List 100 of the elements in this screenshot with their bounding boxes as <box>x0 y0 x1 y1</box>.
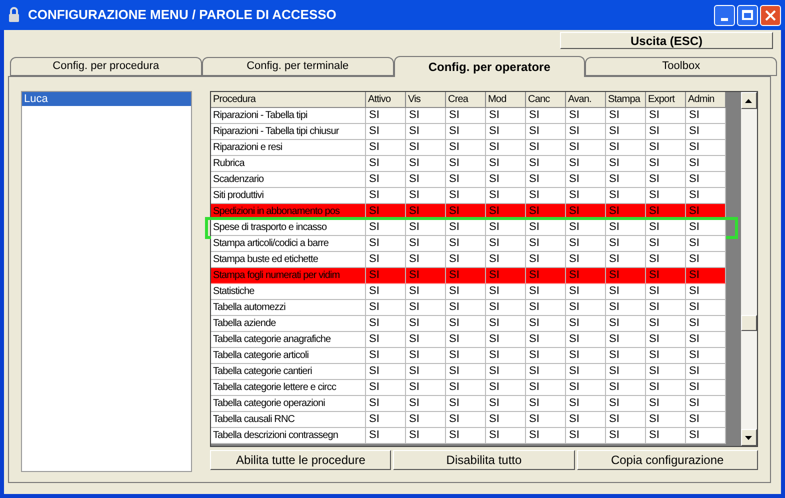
table-row[interactable]: Tabella descrizioni contrassegn SI SI SI SI SI SI SI SI SI <box>211 428 726 444</box>
table-row[interactable]: Riparazioni - Tabella tipi chiusur SI SI SI SI SI SI SI SI SI <box>211 124 726 140</box>
scroll-up-button[interactable] <box>740 92 757 109</box>
table-cell: SI <box>686 348 726 363</box>
table-row[interactable]: Tabella automezzi SI SI SI SI SI SI SI SI SI <box>211 300 726 316</box>
table-cell: SI <box>526 172 566 187</box>
table-cell: SI <box>366 220 406 235</box>
table-cell: Riparazioni - Tabella tipi chiusur <box>211 124 366 139</box>
table-cell: SI <box>406 380 446 395</box>
column-header[interactable]: Attivo <box>366 92 406 107</box>
table-cell: Scadenzario <box>211 172 366 187</box>
table-cell: SI <box>486 316 526 331</box>
table-row[interactable]: Riparazioni - Tabella tipi SI SI SI SI SI SI SI SI SI <box>211 108 726 124</box>
table-row[interactable]: Tabella categorie cantieri SI SI SI SI SI SI SI SI SI <box>211 364 726 380</box>
table-cell: SI <box>446 268 486 283</box>
column-header[interactable]: Procedura <box>211 92 366 107</box>
column-header[interactable]: Stampa <box>606 92 646 107</box>
table-row[interactable]: Stampa articoli/codici a barre SI SI SI SI SI SI SI SI SI <box>211 236 726 252</box>
table-cell: SI <box>366 364 406 379</box>
table-cell: SI <box>366 156 406 171</box>
table-cell: SI <box>406 124 446 139</box>
exit-button[interactable]: Uscita (ESC) <box>560 32 773 49</box>
table-cell: SI <box>446 284 486 299</box>
table-cell: SI <box>366 204 406 219</box>
table-cell: SI <box>646 332 686 347</box>
table-row[interactable]: Tabella categorie lettere e circc SI SI SI SI SI SI SI SI SI <box>211 380 726 396</box>
table-cell: SI <box>526 412 566 427</box>
table-cell: SI <box>646 204 686 219</box>
table-cell: SI <box>646 412 686 427</box>
table-cell: SI <box>406 332 446 347</box>
table-cell: SI <box>686 300 726 315</box>
table-cell: SI <box>446 124 486 139</box>
maximize-button[interactable] <box>737 4 758 26</box>
padlock-icon <box>8 7 20 23</box>
table-cell: SI <box>566 316 606 331</box>
action-button[interactable]: Copia configurazione <box>576 450 758 470</box>
column-header[interactable]: Mod <box>486 92 526 107</box>
table-cell: SI <box>646 188 686 203</box>
table-row[interactable]: Stampa buste ed etichette SI SI SI SI SI SI SI SI SI <box>211 252 726 268</box>
minimize-button[interactable] <box>714 4 735 26</box>
table-row[interactable]: Tabella categorie operazioni SI SI SI SI SI SI SI SI SI <box>211 396 726 412</box>
column-header[interactable]: Crea <box>446 92 486 107</box>
close-button[interactable] <box>760 4 781 26</box>
table-cell: Riparazioni e resi <box>211 140 366 155</box>
table-row[interactable]: Riparazioni e resi SI SI SI SI SI SI SI SI SI <box>211 140 726 156</box>
table-cell: SI <box>486 236 526 251</box>
table-row[interactable]: Rubrica SI SI SI SI SI SI SI SI SI <box>211 156 726 172</box>
table-row[interactable]: Tabella causali RNC SI SI SI SI SI SI SI SI SI <box>211 412 726 428</box>
tab[interactable]: Config. per procedura <box>10 57 202 76</box>
scroll-down-button[interactable] <box>740 429 757 446</box>
column-header[interactable]: Canc <box>526 92 566 107</box>
vertical-scrollbar[interactable] <box>740 92 757 446</box>
table-cell: SI <box>406 108 446 123</box>
table-cell: SI <box>566 284 606 299</box>
table-cell: Stampa buste ed etichette <box>211 252 366 267</box>
column-header[interactable]: Vis <box>406 92 446 107</box>
table-cell: SI <box>366 348 406 363</box>
table-row[interactable]: Scadenzario SI SI SI SI SI SI SI SI SI <box>211 172 726 188</box>
action-button[interactable]: Disabilita tutto <box>393 450 575 470</box>
column-header[interactable]: Avan. <box>566 92 606 107</box>
action-button[interactable]: Abilita tutte le procedure <box>210 450 392 470</box>
table-cell: SI <box>646 268 686 283</box>
table-cell: SI <box>686 380 726 395</box>
table-cell: SI <box>686 252 726 267</box>
table-cell: SI <box>486 252 526 267</box>
table-cell: SI <box>446 156 486 171</box>
tab[interactable]: Toolbox <box>585 57 777 76</box>
table-cell: SI <box>646 252 686 267</box>
table-cell: SI <box>646 428 686 443</box>
table-cell: SI <box>566 108 606 123</box>
table-cell: SI <box>526 396 566 411</box>
table-row[interactable]: Siti produttivi SI SI SI SI SI SI SI SI SI <box>211 188 726 204</box>
table-row[interactable]: Stampa fogli numerati per vidim SI SI SI SI SI SI SI SI SI <box>211 268 726 284</box>
table-cell: SI <box>686 172 726 187</box>
table-cell: SI <box>606 412 646 427</box>
table-cell: SI <box>446 332 486 347</box>
table-cell: SI <box>686 364 726 379</box>
table-cell: SI <box>486 396 526 411</box>
table-cell: SI <box>406 220 446 235</box>
tab[interactable]: Config. per terminale <box>202 57 394 76</box>
table-cell: SI <box>526 428 566 443</box>
table-cell: SI <box>646 124 686 139</box>
column-header[interactable]: Admin <box>686 92 726 107</box>
table-cell: SI <box>446 428 486 443</box>
scroll-thumb[interactable] <box>740 315 757 331</box>
tab[interactable]: Config. per operatore <box>394 56 586 77</box>
table-cell: SI <box>406 396 446 411</box>
table-cell: SI <box>406 300 446 315</box>
table-cell: SI <box>406 268 446 283</box>
table-row[interactable]: Tabella aziende SI SI SI SI SI SI SI SI SI <box>211 316 726 332</box>
table-cell: SI <box>406 188 446 203</box>
table-cell: SI <box>566 124 606 139</box>
table-row[interactable]: Tabella categorie anagrafiche SI SI SI SI SI SI SI SI SI <box>211 332 726 348</box>
table-cell: SI <box>486 364 526 379</box>
table-row[interactable]: Statistiche SI SI SI SI SI SI SI SI SI <box>211 284 726 300</box>
column-header[interactable]: Export <box>646 92 686 107</box>
list-item[interactable]: Luca <box>22 92 191 106</box>
table-cell: SI <box>606 124 646 139</box>
table-cell: SI <box>446 220 486 235</box>
table-row[interactable]: Tabella categorie articoli SI SI SI SI SI SI SI SI SI <box>211 348 726 364</box>
